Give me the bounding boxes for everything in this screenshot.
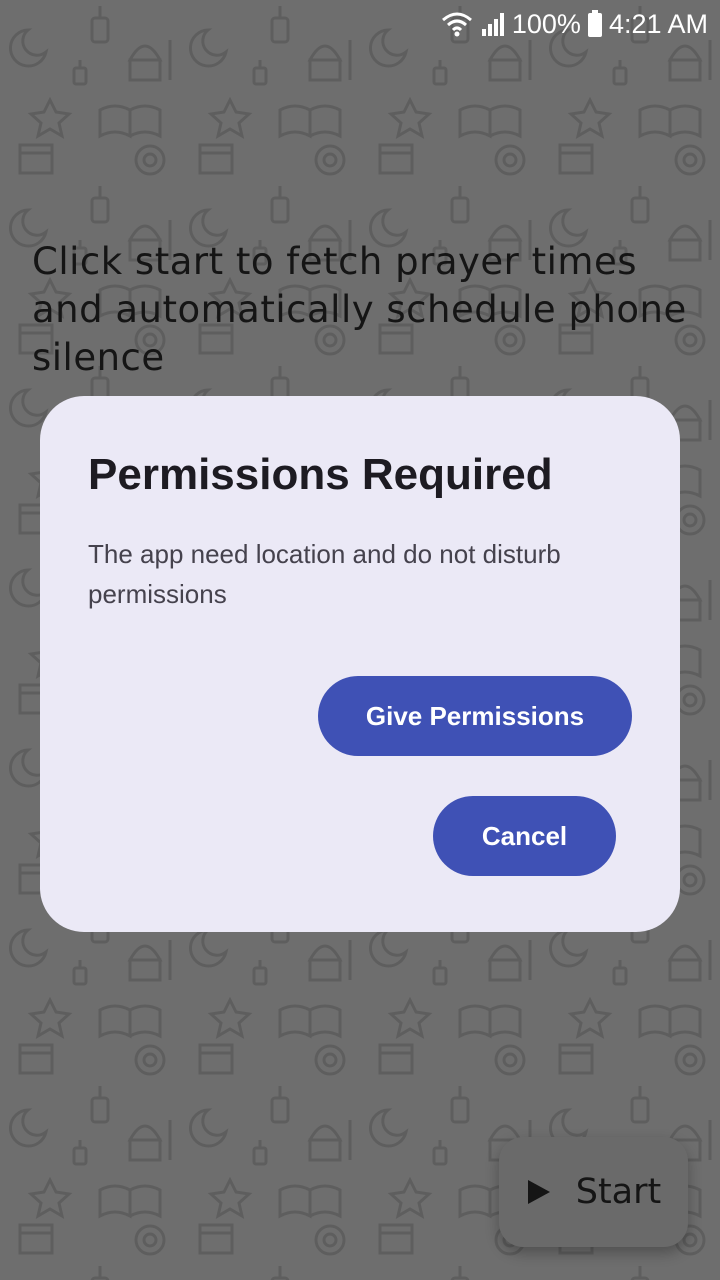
clock: 4:21 AM [608, 8, 708, 39]
start-button-label: Start [575, 1172, 662, 1212]
battery-percent: 100% [511, 8, 581, 39]
status-bar: 100% 4:21 AM [0, 0, 720, 48]
dialog-message: The app need location and do not disturb… [88, 539, 561, 609]
battery-icon [587, 10, 603, 38]
start-button[interactable]: Start [499, 1137, 688, 1247]
cancel-button[interactable]: Cancel [433, 796, 616, 876]
app-screen: 100% 4:21 AM Click start to fetch prayer… [0, 0, 720, 1280]
instruction-text: Click start to fetch prayer times and au… [32, 240, 687, 379]
give-permissions-button[interactable]: Give Permissions [318, 676, 632, 756]
permissions-dialog: Permissions Required The app need locati… [40, 396, 680, 932]
dialog-title: Permissions Required [88, 450, 553, 499]
play-icon [527, 1180, 550, 1204]
wifi-icon [440, 11, 474, 37]
signal-icon [480, 11, 506, 37]
